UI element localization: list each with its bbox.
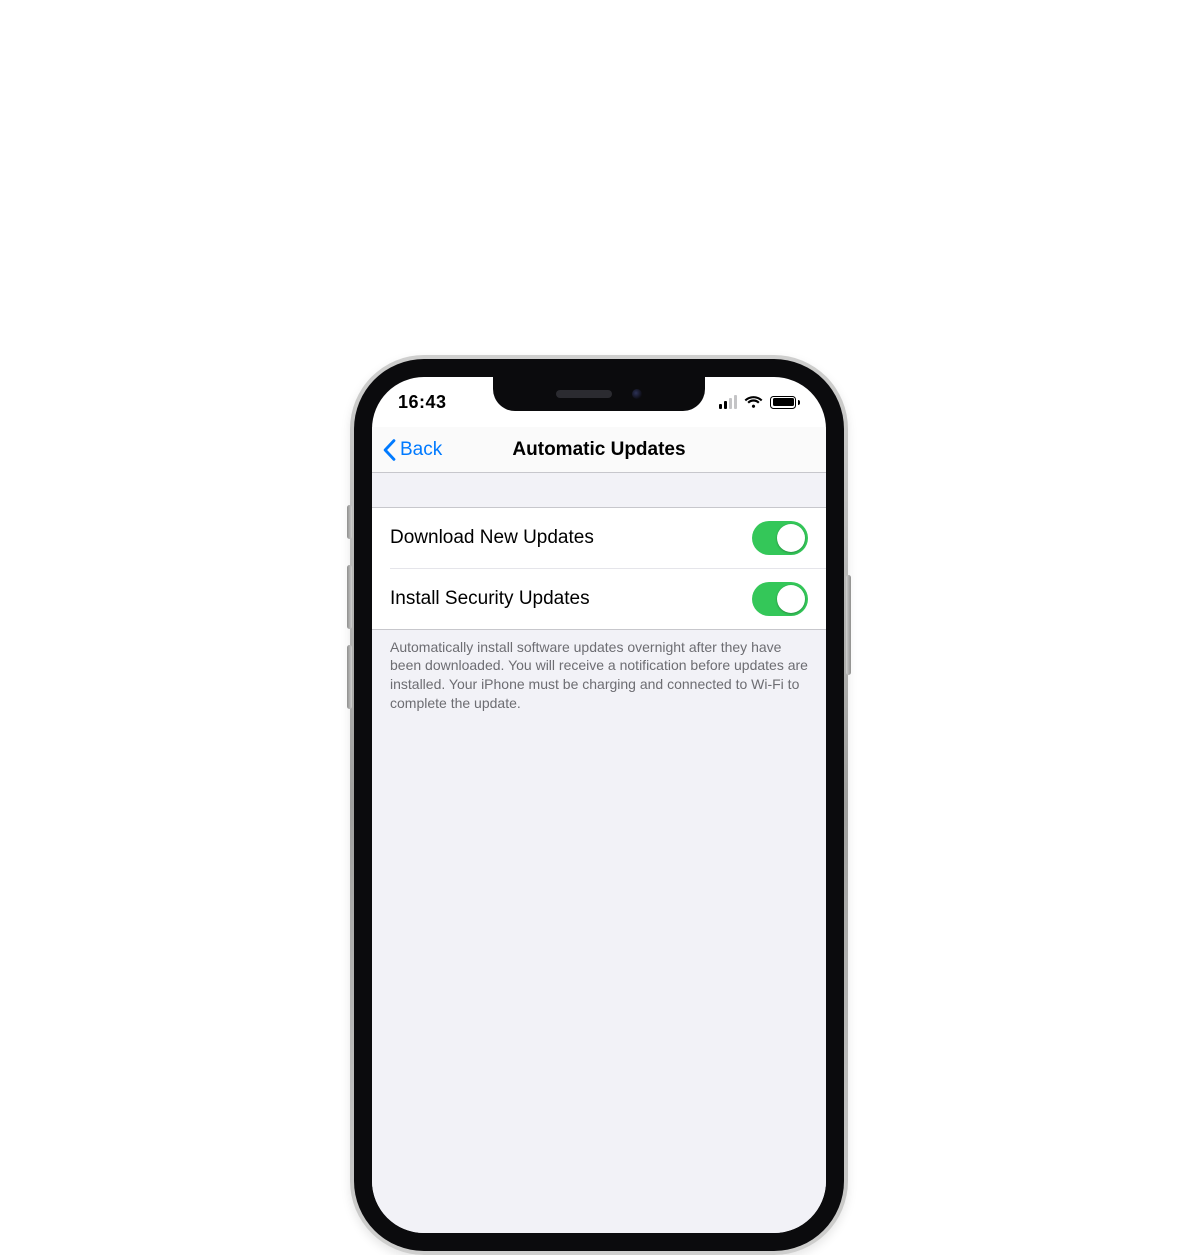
volume-down-button xyxy=(347,645,352,709)
row-download-new-updates: Download New Updates xyxy=(372,508,826,568)
chevron-left-icon xyxy=(382,439,396,461)
screen: 16:43 xyxy=(372,377,826,1233)
earpiece-speaker xyxy=(556,390,612,398)
power-button xyxy=(846,575,851,675)
row-install-security-updates: Install Security Updates xyxy=(372,569,826,629)
battery-icon xyxy=(770,396,800,409)
status-time: 16:43 xyxy=(398,392,447,413)
cellular-signal-icon xyxy=(719,395,737,409)
phone-frame: 16:43 xyxy=(350,355,848,1255)
section-footer-text: Automatically install software updates o… xyxy=(372,630,826,714)
back-label: Back xyxy=(400,439,442,461)
settings-content: Download New Updates Install Security Up… xyxy=(372,473,826,1233)
settings-group: Download New Updates Install Security Up… xyxy=(372,507,826,630)
front-camera xyxy=(632,389,642,399)
toggle-install-security-updates[interactable] xyxy=(752,582,808,616)
toggle-download-new-updates[interactable] xyxy=(752,521,808,555)
notch xyxy=(493,377,705,411)
back-button[interactable]: Back xyxy=(382,439,442,461)
wifi-icon xyxy=(744,395,763,409)
volume-up-button xyxy=(347,565,352,629)
row-label: Install Security Updates xyxy=(390,588,590,610)
navigation-bar: Back Automatic Updates xyxy=(372,427,826,473)
mute-switch xyxy=(347,505,352,539)
row-label: Download New Updates xyxy=(390,527,594,549)
